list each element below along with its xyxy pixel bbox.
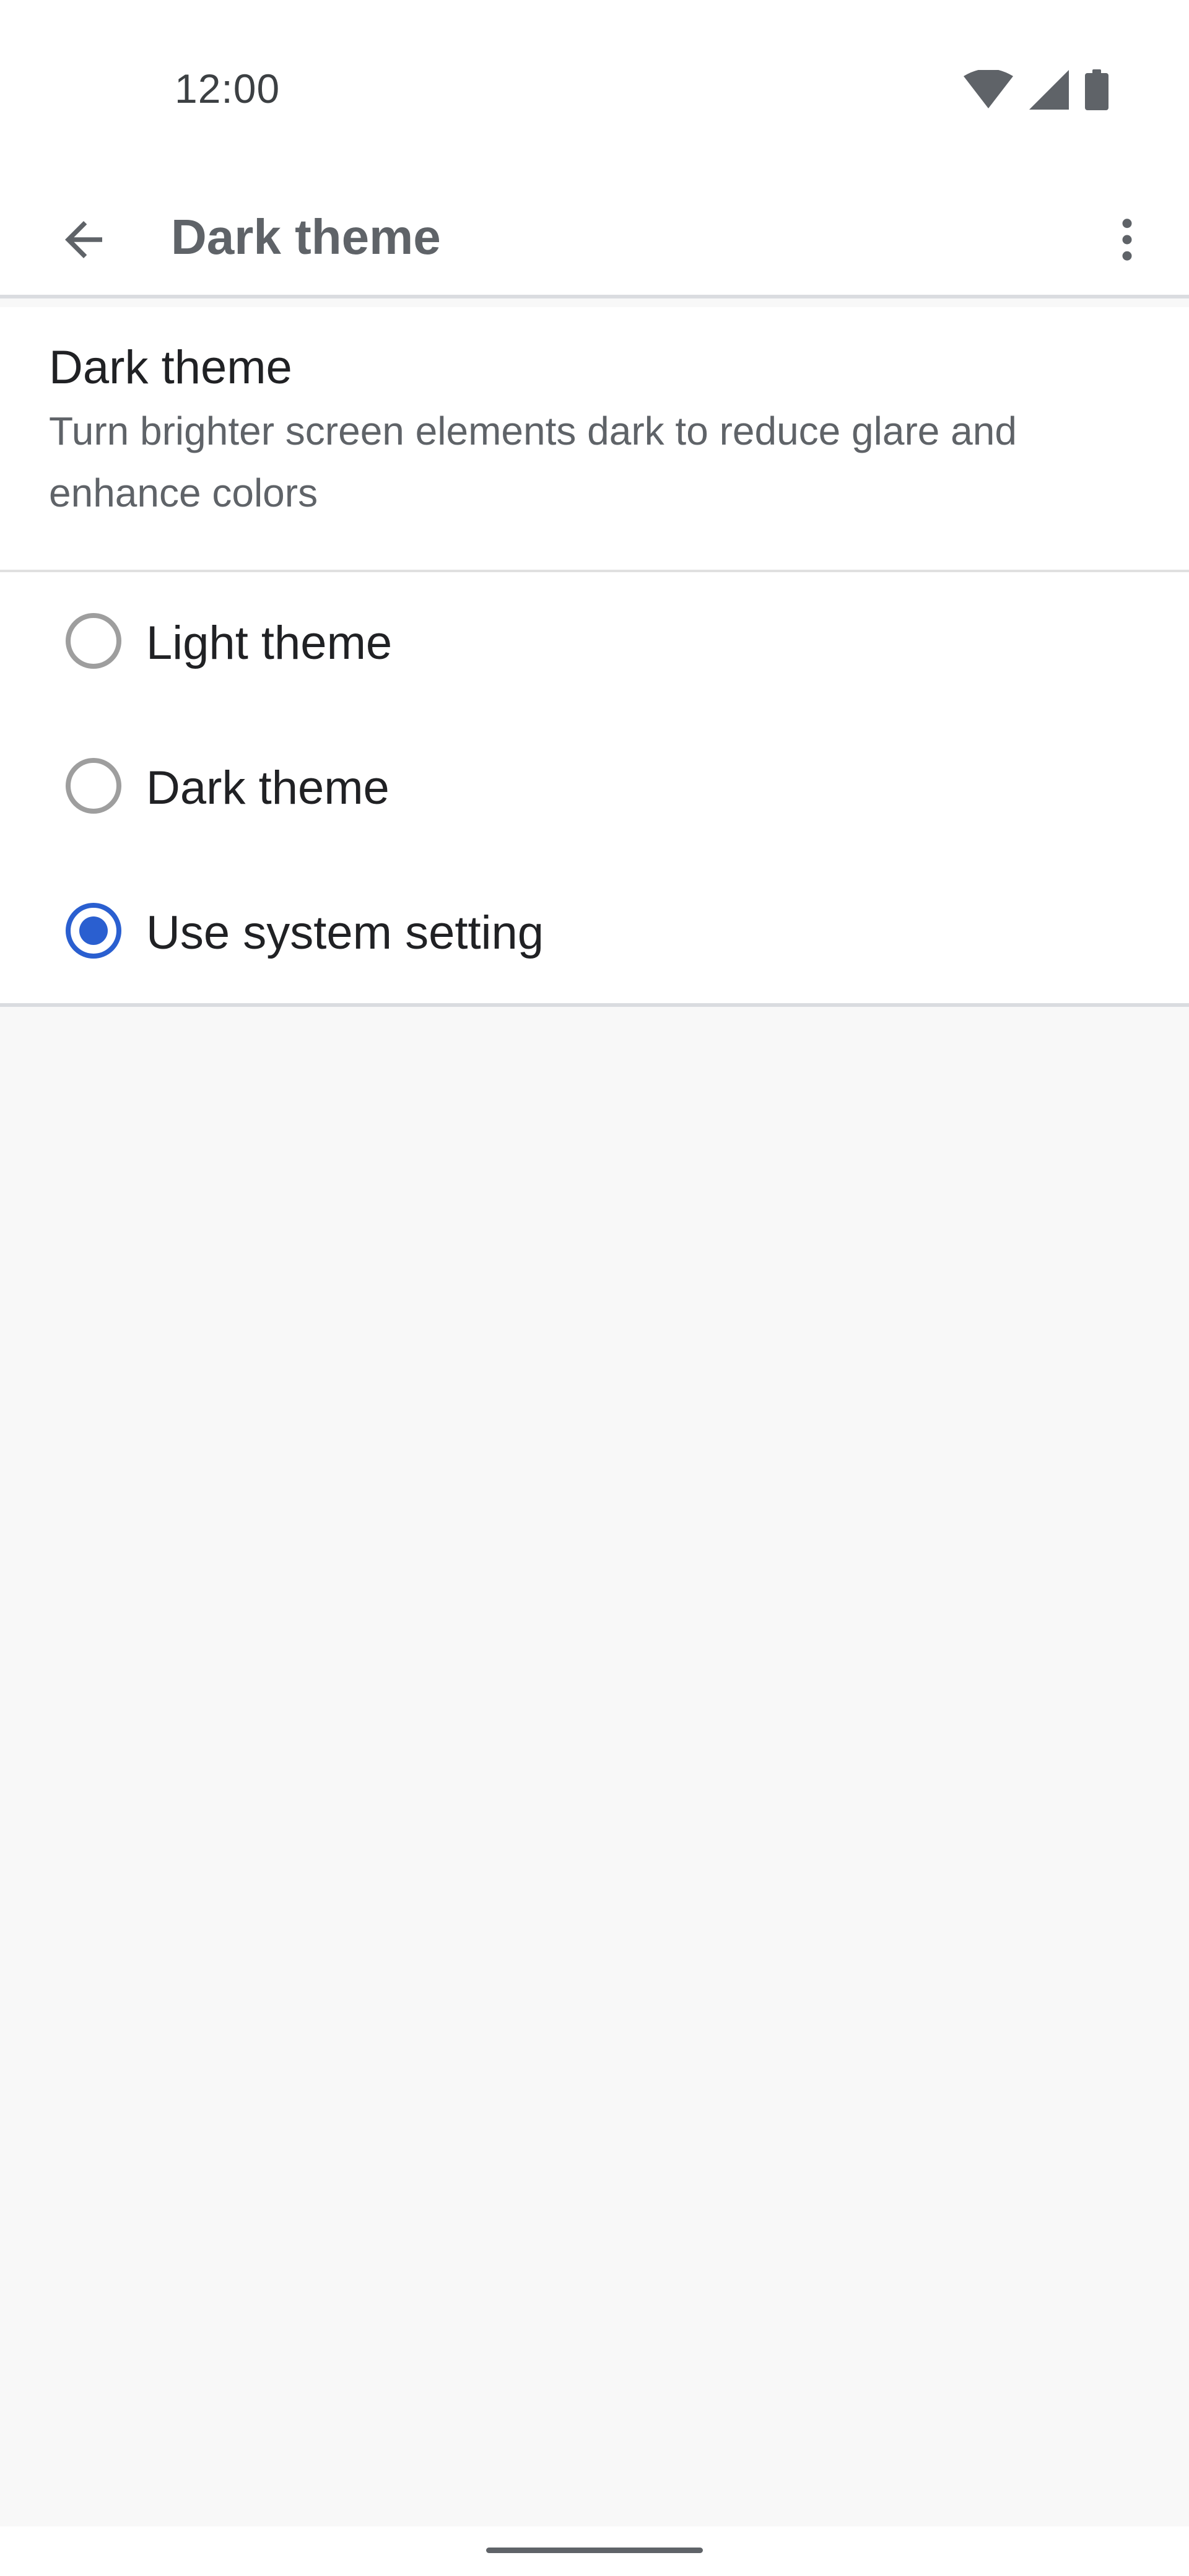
preference-summary: Turn brighter screen elements dark to re… bbox=[49, 409, 1017, 515]
radio-button-dark-theme[interactable] bbox=[66, 758, 121, 814]
radio-button-light-theme[interactable] bbox=[66, 613, 121, 669]
more-vert-icon bbox=[1122, 219, 1132, 261]
overflow-menu-button[interactable] bbox=[1090, 193, 1164, 286]
gesture-handle[interactable] bbox=[486, 2548, 703, 2553]
option-use-system-setting[interactable]: Use system setting bbox=[0, 862, 1189, 1004]
options-divider bbox=[0, 1003, 1189, 1007]
option-label: Use system setting bbox=[146, 907, 544, 959]
page-title: Dark theme bbox=[171, 209, 441, 264]
status-clock: 12:00 bbox=[175, 66, 281, 111]
toolbar-divider bbox=[0, 295, 1189, 298]
option-label: Light theme bbox=[146, 617, 393, 669]
cell-signal-icon bbox=[1029, 70, 1069, 110]
wifi-icon bbox=[964, 70, 1013, 108]
back-button[interactable] bbox=[37, 193, 130, 286]
option-label: Dark theme bbox=[146, 762, 390, 814]
option-dark-theme[interactable]: Dark theme bbox=[0, 717, 1189, 859]
battery-icon bbox=[1085, 69, 1108, 110]
preference-title: Dark theme bbox=[49, 341, 292, 394]
preference-header: Dark theme Turn brighter screen elements… bbox=[0, 307, 1189, 570]
status-icons bbox=[964, 68, 1108, 111]
settings-content: Dark theme Turn brighter screen elements… bbox=[0, 307, 1189, 1007]
status-bar: 12:00 bbox=[0, 0, 1189, 180]
radio-button-use-system-setting[interactable] bbox=[66, 903, 121, 959]
option-light-theme[interactable]: Light theme bbox=[0, 572, 1189, 715]
arrow-back-icon bbox=[65, 221, 102, 258]
app-bar: Dark theme bbox=[0, 180, 1189, 295]
